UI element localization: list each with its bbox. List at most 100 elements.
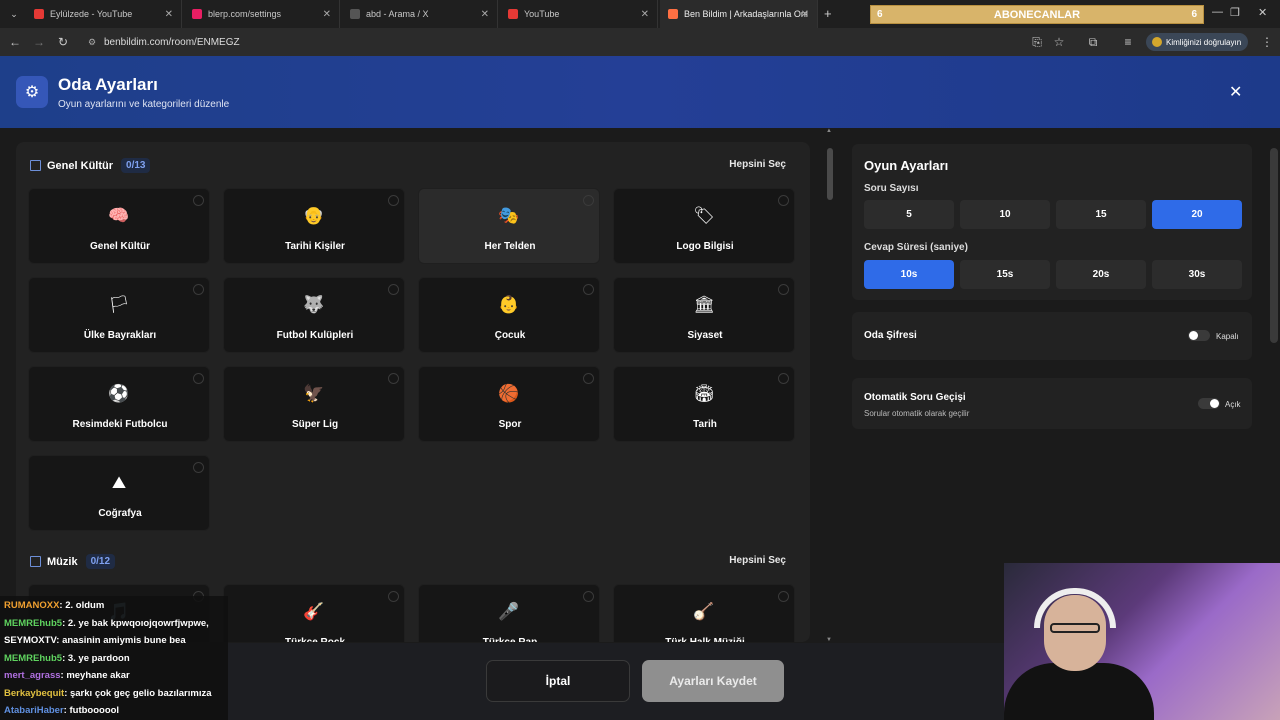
option-button[interactable]: 30s	[1152, 260, 1242, 289]
reload-icon[interactable]: ↻	[52, 31, 74, 53]
tab-search-icon[interactable]: ⌄	[3, 3, 25, 25]
option-button[interactable]: 10s	[864, 260, 954, 289]
window-close-icon[interactable]: ✕	[1258, 6, 1267, 19]
benbildim-icon	[668, 9, 678, 19]
cancel-button[interactable]: İptal	[486, 660, 630, 702]
minimize-icon[interactable]: —	[1212, 6, 1223, 18]
category-card[interactable]: ⚽ Resimdeki Futbolcu	[28, 366, 210, 442]
category-card[interactable]: 🏷 Logo Bilgisi	[613, 188, 795, 264]
chat-text: : anasinin amiymis bune bea	[56, 635, 186, 646]
category-card[interactable]: 🪕 Türk Halk Müziği	[613, 584, 795, 642]
select-radio[interactable]	[193, 284, 204, 295]
browser-tab-active[interactable]: Ben Bildim | Arkadaşlarınla Onl... ✕	[660, 0, 818, 28]
category-label: Ülke Bayrakları	[83, 330, 157, 341]
select-radio[interactable]	[583, 284, 594, 295]
option-button[interactable]: 20	[1152, 200, 1242, 229]
room-password-toggle[interactable]	[1188, 330, 1210, 341]
category-label: Tarih	[693, 419, 717, 430]
category-icon: 🏳	[108, 295, 130, 314]
category-icon: 🏷	[693, 206, 715, 225]
category-card[interactable]: 🧠 Genel Kültür	[28, 188, 210, 264]
new-tab-button[interactable]: +	[824, 6, 832, 21]
categories-scrollbar[interactable]: ▲ ▼	[824, 128, 836, 643]
select-radio[interactable]	[388, 284, 399, 295]
select-radio[interactable]	[388, 373, 399, 384]
select-radio[interactable]	[583, 195, 594, 206]
close-tab-icon[interactable]: ✕	[641, 9, 649, 20]
select-radio[interactable]	[193, 195, 204, 206]
category-card[interactable]: 🎤 Türkçe Rap	[418, 584, 600, 642]
category-label: Türkçe Rock	[224, 637, 406, 642]
extensions-icon[interactable]: ⧉	[1082, 31, 1104, 53]
select-radio[interactable]	[193, 373, 204, 384]
menu-icon[interactable]: ⋮	[1256, 31, 1278, 53]
option-button[interactable]: 15	[1056, 200, 1146, 229]
category-card[interactable]: 🏀 Spor	[418, 366, 600, 442]
select-radio[interactable]	[778, 195, 789, 206]
auto-next-toggle[interactable]	[1198, 398, 1220, 409]
category-card[interactable]: 🎭 Her Telden	[418, 188, 600, 264]
category-icon: 🧠	[108, 206, 130, 225]
page-scrollbar[interactable]	[1270, 148, 1278, 343]
reading-list-icon[interactable]: ≡	[1117, 31, 1139, 53]
chat-username: RUMANOXX	[4, 600, 60, 611]
browser-tab[interactable]: YouTube ✕	[500, 0, 658, 28]
restore-icon[interactable]: ❐	[1230, 6, 1240, 19]
select-radio[interactable]	[583, 373, 594, 384]
browser-tab[interactable]: blerp.com/settings ✕	[184, 0, 340, 28]
category-card[interactable]: ⛰ Coğrafya	[28, 455, 210, 531]
category-card[interactable]: 🏟 Tarih	[613, 366, 795, 442]
option-button[interactable]: 15s	[960, 260, 1050, 289]
category-card[interactable]: 🐺 Futbol Kulüpleri	[223, 277, 405, 353]
select-all-button[interactable]: Hepsini Seç	[729, 159, 786, 170]
select-radio[interactable]	[583, 591, 594, 602]
select-radio[interactable]	[778, 373, 789, 384]
close-tab-icon[interactable]: ✕	[165, 9, 173, 20]
select-radio[interactable]	[388, 591, 399, 602]
category-label: Tarihi Kişiler	[285, 241, 345, 252]
building-icon	[30, 160, 41, 171]
chat-text: : 3. ye pardoon	[62, 652, 130, 664]
scroll-thumb[interactable]	[827, 148, 833, 200]
option-button[interactable]: 5	[864, 200, 954, 229]
category-card[interactable]: 🎸 Türkçe Rock	[223, 584, 405, 642]
option-button[interactable]: 10	[960, 200, 1050, 229]
select-radio[interactable]	[778, 284, 789, 295]
chat-message: mert_agrass: meyhane akar	[4, 670, 130, 681]
chat-username: mert_agrass	[4, 670, 61, 681]
category-card[interactable]: 🏳 Ülke Bayrakları	[28, 277, 210, 353]
verify-identity-button[interactable]: Kimliğinizi doğrulayın	[1146, 33, 1248, 51]
close-tab-icon[interactable]: ✕	[481, 9, 489, 20]
close-icon[interactable]: ✕	[1229, 82, 1242, 102]
chat-username: MEMREhub5	[4, 617, 63, 629]
forward-icon[interactable]: →	[28, 31, 50, 53]
x-icon	[350, 9, 360, 19]
category-card[interactable]: 🦅 Süper Lig	[223, 366, 405, 442]
install-icon[interactable]: ⎘	[1026, 31, 1048, 53]
category-card[interactable]: 👴 Tarihi Kişiler	[223, 188, 405, 264]
url-field[interactable]: ⚙ benbildim.com/room/ENMEGZ	[84, 31, 954, 53]
site-info-icon[interactable]: ⚙	[88, 37, 96, 48]
save-settings-button[interactable]: Ayarları Kaydet	[642, 660, 784, 702]
close-tab-icon[interactable]: ✕	[323, 9, 331, 20]
chat-message: AtabariHaber: futboooool	[4, 705, 119, 716]
option-button[interactable]: 20s	[1056, 260, 1146, 289]
category-card[interactable]: 👶 Çocuk	[418, 277, 600, 353]
page-title: Oda Ayarları	[58, 75, 158, 94]
bookmark-star-icon[interactable]: ☆	[1048, 31, 1070, 53]
chat-username: AtabariHaber	[4, 705, 64, 716]
close-tab-icon[interactable]: ✕	[801, 9, 809, 20]
browser-tab[interactable]: Eylülzede - YouTube ✕	[26, 0, 182, 28]
category-icon: 🦅	[303, 384, 325, 403]
browser-tab[interactable]: abd - Arama / X ✕	[342, 0, 498, 28]
select-radio[interactable]	[778, 591, 789, 602]
back-icon[interactable]: ←	[4, 31, 26, 53]
select-radio[interactable]	[193, 462, 204, 473]
subscriber-banner: 6 ABONECANLAR 6	[870, 5, 1204, 24]
chat-message: MEMREhub5: 3. ye pardoon	[4, 653, 130, 664]
category-card[interactable]: 🏛 Siyaset	[613, 277, 795, 353]
chat-text: : 2. oldum	[59, 600, 105, 611]
select-radio[interactable]	[388, 195, 399, 206]
select-all-button[interactable]: Hepsini Seç	[729, 555, 786, 566]
scroll-up-icon[interactable]: ▲	[826, 128, 832, 134]
